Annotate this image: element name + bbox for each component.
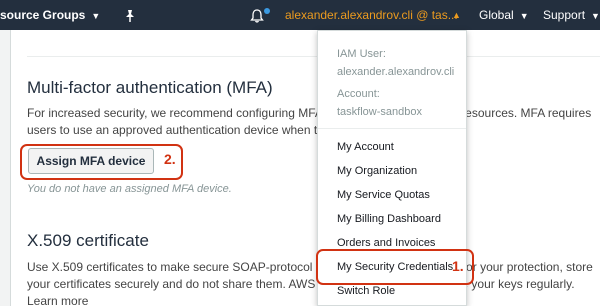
iam-user-value: alexander.alexandrov.cli [337,66,455,78]
menu-item-orders-and-invoices[interactable]: Orders and Invoices [337,237,435,249]
iam-user-label: IAM User: [337,48,386,60]
chevron-down-icon: ▼ [519,11,529,21]
menu-item-my-billing-dashboard[interactable]: My Billing Dashboard [337,213,441,225]
resource-groups-menu[interactable]: source Groups ▼ [0,0,100,30]
support-menu[interactable]: Support ▼ [543,0,600,30]
section-divider [27,56,600,57]
x509-section-title: X.509 certificate [27,231,149,250]
region-menu[interactable]: Global ▼ [479,0,529,30]
step-1-highlight [316,249,474,285]
chevron-down-icon: ▼ [591,11,600,21]
assign-mfa-device-button[interactable]: Assign MFA device [28,148,154,174]
mfa-description: For increased security, we recommend con… [27,106,592,137]
account-menu-toggle[interactable]: alexander.alexandrov.cli @ tas... [285,0,458,30]
pin-icon[interactable] [122,0,138,30]
account-label: Account: [337,88,380,100]
x509-description: Use X.509 certificates to make secure SO… [27,260,593,306]
account-value: taskflow-sandbox [337,106,422,118]
chevron-down-icon: ▼ [91,11,101,21]
region-label: Global [479,8,514,22]
support-label: Support [543,8,586,22]
step-2-label: 2. [164,151,176,167]
security-credentials-content: Multi-factor authentication (MFA) For in… [10,30,600,306]
menu-item-my-service-quotas[interactable]: My Service Quotas [337,189,430,201]
menu-item-my-account[interactable]: My Account [337,141,394,153]
resource-groups-label: source Groups [0,8,86,22]
mfa-section-title: Multi-factor authentication (MFA) [27,78,273,97]
menu-divider [318,128,466,129]
step-1-label: 1. [452,258,464,274]
top-navbar: source Groups ▼ alexander.alexandrov.cli … [0,0,600,30]
bell-icon[interactable] [250,0,272,30]
no-mfa-device-text: You do not have an assigned MFA device. [27,183,232,195]
notification-dot [264,8,270,14]
account-caret-icon[interactable]: ▲ [452,0,461,30]
menu-item-switch-role[interactable]: Switch Role [337,285,395,297]
menu-item-my-organization[interactable]: My Organization [337,165,417,177]
